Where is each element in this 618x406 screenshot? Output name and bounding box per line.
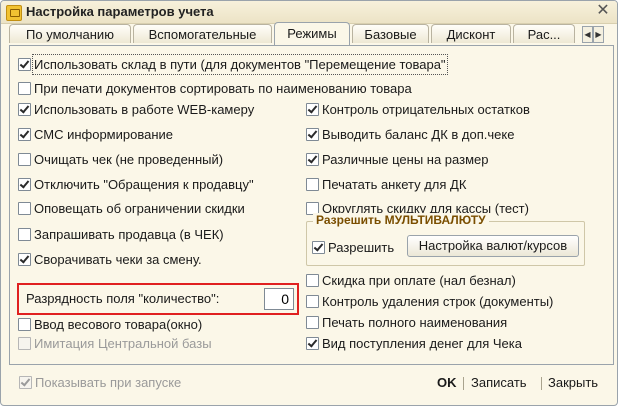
- checkbox-icon[interactable]: [18, 153, 31, 166]
- checkbox-icon[interactable]: [306, 178, 319, 191]
- checkbox-icon[interactable]: [18, 58, 31, 71]
- app-icon: [6, 5, 22, 21]
- checkbox-icon[interactable]: [18, 253, 31, 266]
- checkbox-icon[interactable]: [18, 178, 31, 191]
- window-title: Настройка параметров учета: [26, 4, 214, 19]
- footer-separator: [541, 377, 542, 390]
- tab-bar: По умолчанию Вспомогательные Режимы Базо…: [9, 22, 613, 46]
- tab-default[interactable]: По умолчанию: [9, 24, 131, 43]
- quantity-digits-label: Разрядность поля "количество":: [26, 291, 220, 306]
- checkbox-icon[interactable]: [18, 202, 31, 215]
- checkbox-icon[interactable]: [306, 274, 319, 287]
- checkbox-icon[interactable]: [306, 316, 319, 329]
- tab-discount[interactable]: Дисконт: [431, 24, 511, 43]
- modes-panel: Использовать склад в пути (для документо…: [9, 45, 614, 365]
- checkbox-icon[interactable]: [18, 228, 31, 241]
- checkbox-icon[interactable]: [312, 241, 325, 254]
- settings-window: Настройка параметров учета ✕ По умолчани…: [0, 0, 618, 406]
- checkbox-icon[interactable]: [306, 128, 319, 141]
- close-button[interactable]: Закрыть: [548, 374, 598, 391]
- checkbox-icon[interactable]: [19, 376, 32, 389]
- currency-settings-button[interactable]: Настройка валют/курсов: [407, 235, 579, 257]
- tab-auxiliary[interactable]: Вспомогательные: [133, 24, 272, 43]
- tab-scroll-left-icon[interactable]: ◀: [582, 26, 593, 43]
- ok-button[interactable]: OK: [437, 374, 457, 391]
- quantity-digits-input[interactable]: 0: [264, 288, 294, 310]
- tab-scroll-right-icon[interactable]: ▶: [593, 26, 604, 43]
- checkbox-icon[interactable]: [18, 82, 31, 95]
- checkbox-icon[interactable]: [306, 295, 319, 308]
- multicurrency-title: Разрешить МУЛЬТИВАЛЮТУ: [313, 213, 489, 227]
- tab-more[interactable]: Рас...: [513, 24, 575, 43]
- save-button[interactable]: Записать: [471, 374, 527, 391]
- tab-base[interactable]: Базовые: [352, 24, 429, 43]
- title-bar[interactable]: Настройка параметров учета ✕: [1, 1, 617, 24]
- checkbox-icon[interactable]: [18, 318, 31, 331]
- checkbox-icon[interactable]: [18, 103, 31, 116]
- tab-modes[interactable]: Режимы: [274, 22, 350, 45]
- checkbox-icon[interactable]: [306, 103, 319, 116]
- footer-separator: [463, 377, 464, 390]
- checkbox-icon[interactable]: [18, 337, 31, 350]
- checkbox-icon[interactable]: [306, 337, 319, 350]
- close-icon[interactable]: ✕: [595, 3, 611, 19]
- checkbox-icon[interactable]: [18, 128, 31, 141]
- checkbox-icon[interactable]: [306, 153, 319, 166]
